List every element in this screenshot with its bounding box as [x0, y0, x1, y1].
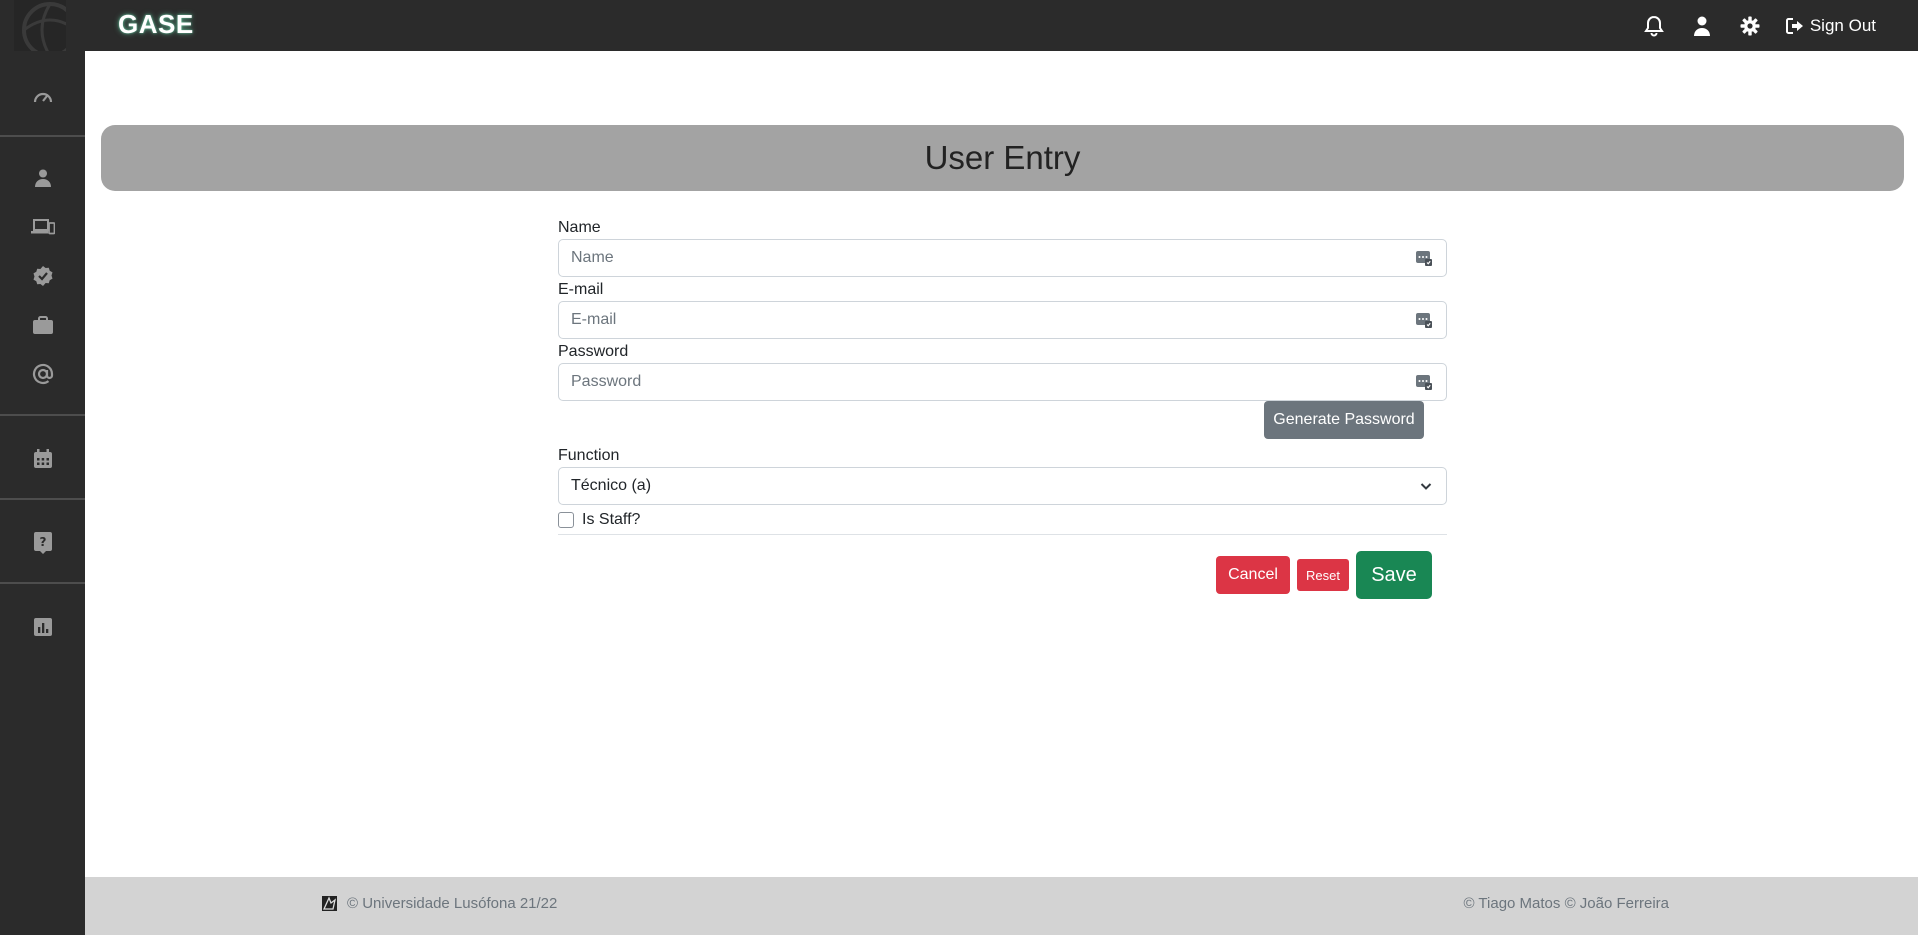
sidebar-item-users[interactable]	[0, 159, 85, 197]
password-manager-icon[interactable]	[1416, 250, 1432, 266]
help-icon: ?	[33, 532, 52, 554]
password-field-wrapper	[558, 363, 1447, 401]
reports-icon	[33, 618, 52, 636]
email-label: E-mail	[558, 281, 604, 298]
function-label: Function	[558, 447, 620, 464]
cancel-button[interactable]: Cancel	[1216, 556, 1290, 594]
sign-out-icon	[1785, 17, 1803, 34]
brand-logo[interactable]: GASE	[118, 9, 194, 40]
generate-password-row: Generate Password	[558, 401, 1447, 441]
form-actions: Cancel Reset Save	[558, 535, 1447, 605]
sidebar-item-reports[interactable]	[0, 608, 85, 646]
gear-icon[interactable]	[1738, 14, 1762, 38]
sidebar-divider	[0, 498, 85, 500]
name-label: Name	[558, 219, 601, 236]
globe-logo-icon	[14, 0, 78, 58]
is-staff-checkbox[interactable]	[558, 511, 574, 528]
page-title: User Entry	[924, 139, 1081, 176]
briefcase-icon	[32, 316, 53, 334]
generate-password-button[interactable]: Generate Password	[1264, 401, 1424, 439]
sign-out-label: Sign Out	[1809, 15, 1876, 35]
sidebar-item-dashboard[interactable]	[0, 77, 85, 115]
name-field-wrapper	[558, 239, 1447, 277]
university-logo-icon	[322, 896, 337, 911]
footer-authors-text: © Tiago Matos © João Ferreira	[1463, 895, 1669, 912]
sidebar-divider	[0, 414, 85, 416]
chevron-down-icon	[1420, 483, 1432, 490]
sidebar: ?	[0, 51, 85, 935]
email-input[interactable]	[559, 302, 1446, 338]
sidebar-item-help[interactable]: ?	[0, 524, 85, 562]
reset-button[interactable]: Reset	[1297, 559, 1349, 591]
sidebar-item-jobs[interactable]	[0, 306, 85, 344]
calendar-icon	[33, 449, 52, 468]
badge-check-icon	[33, 266, 52, 286]
save-button[interactable]: Save	[1356, 551, 1432, 599]
sidebar-divider	[0, 582, 85, 584]
sidebar-item-certifications[interactable]	[0, 257, 85, 295]
at-sign-icon	[32, 363, 53, 385]
svg-text:?: ?	[39, 535, 46, 549]
page-header: User Entry	[101, 125, 1904, 191]
footer-university-text: © Universidade Lusófona 21/22	[347, 895, 558, 912]
password-input[interactable]	[559, 364, 1446, 400]
footer: © Universidade Lusófona 21/22 © Tiago Ma…	[85, 877, 1918, 935]
user-entry-form: Name E-mail Password Generate Password F…	[558, 217, 1447, 605]
sidebar-item-email[interactable]	[0, 355, 85, 393]
top-navbar: GASE Sign Out	[0, 0, 1918, 58]
name-input[interactable]	[559, 240, 1446, 276]
email-field-wrapper	[558, 301, 1447, 339]
function-selected-value: Técnico (a)	[571, 477, 652, 494]
password-manager-icon[interactable]	[1416, 312, 1432, 328]
function-select[interactable]: Técnico (a)	[558, 467, 1447, 505]
password-manager-icon[interactable]	[1416, 374, 1432, 390]
sidebar-divider	[0, 135, 85, 137]
sidebar-item-calendar[interactable]	[0, 440, 85, 478]
dashboard-icon	[33, 92, 52, 103]
devices-icon	[30, 219, 55, 235]
is-staff-label: Is Staff?	[582, 510, 641, 528]
sign-out-button[interactable]: Sign Out	[1785, 15, 1876, 36]
is-staff-row: Is Staff?	[558, 507, 1447, 532]
user-icon[interactable]	[1690, 14, 1714, 38]
password-label: Password	[558, 343, 629, 360]
bell-icon[interactable]	[1642, 14, 1666, 38]
user-icon	[34, 169, 51, 187]
sidebar-item-devices[interactable]	[0, 208, 85, 246]
